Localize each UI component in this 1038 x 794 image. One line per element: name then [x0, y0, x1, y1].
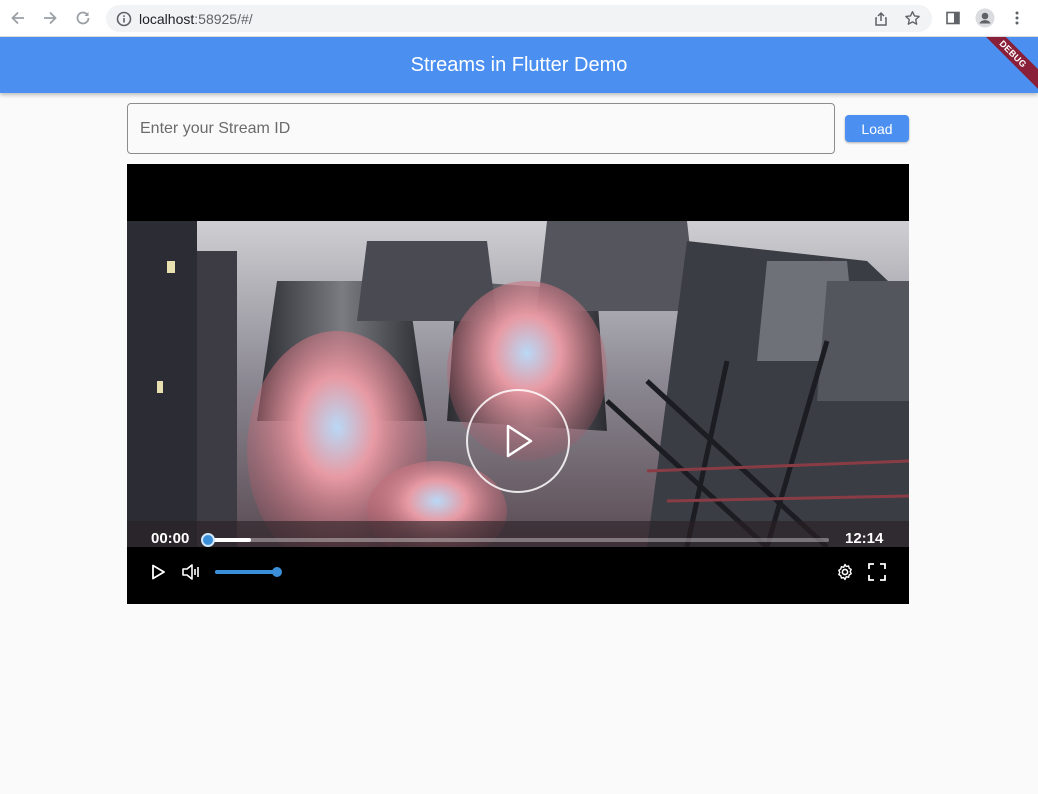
browser-menu-icon[interactable]: [1006, 7, 1028, 29]
play-button[interactable]: [146, 560, 170, 584]
play-icon: [152, 564, 165, 580]
load-button[interactable]: Load: [845, 115, 909, 142]
fullscreen-icon: [868, 563, 886, 581]
stream-id-input[interactable]: [127, 103, 835, 154]
duration-time: 12:14: [845, 530, 884, 547]
site-info-icon[interactable]: [114, 9, 133, 28]
video-poster-image: [127, 221, 909, 547]
fullscreen-button[interactable]: [865, 560, 889, 584]
address-bar[interactable]: localhost:58925/#/: [106, 5, 932, 32]
progress-bar[interactable]: [201, 533, 829, 547]
progress-thumb[interactable]: [201, 533, 215, 547]
settings-icon: [838, 563, 852, 581]
reload-icon[interactable]: [72, 7, 94, 29]
video-player[interactable]: 00:00 12:14: [127, 164, 909, 604]
video-frame[interactable]: [127, 221, 909, 547]
browser-toolbar: localhost:58925/#/: [0, 0, 1038, 37]
share-icon[interactable]: [871, 9, 890, 28]
back-icon[interactable]: [7, 7, 29, 29]
forward-icon[interactable]: [39, 7, 61, 29]
url-path: :58925/#/: [194, 11, 253, 27]
url-text: localhost:58925/#/: [139, 11, 253, 27]
url-host: localhost: [139, 11, 195, 27]
settings-button[interactable]: [833, 560, 857, 584]
volume-thumb[interactable]: [272, 567, 282, 577]
current-time: 00:00: [151, 530, 190, 547]
bookmark-star-icon[interactable]: [903, 9, 922, 28]
profile-avatar-icon[interactable]: [974, 7, 996, 29]
side-panel-icon[interactable]: [942, 7, 964, 29]
volume-icon: [182, 564, 199, 580]
app-bar: Streams in Flutter Demo DEBUG: [0, 37, 1038, 93]
app-title: Streams in Flutter Demo: [410, 54, 628, 76]
volume-fill: [215, 570, 277, 574]
big-play-button[interactable]: [466, 389, 570, 493]
mute-button[interactable]: [180, 560, 204, 584]
volume-slider[interactable]: [215, 567, 282, 577]
play-icon: [506, 424, 533, 458]
